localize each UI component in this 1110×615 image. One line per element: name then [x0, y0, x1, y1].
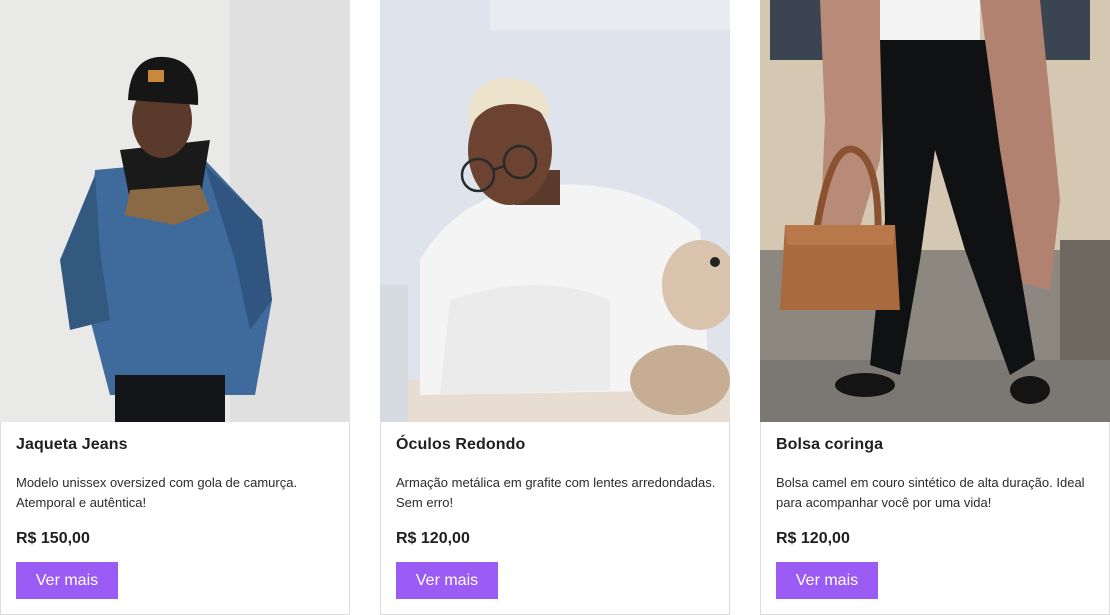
product-image-jaqueta: [0, 0, 350, 422]
product-title: Jaqueta Jeans: [16, 436, 128, 453]
product-price: R$ 120,00: [776, 530, 850, 547]
product-description: Bolsa camel em couro sintético de alta d…: [776, 475, 1085, 510]
product-price: R$ 150,00: [16, 530, 90, 547]
product-card-jaqueta: Jaqueta Jeans Modelo unissex oversized c…: [0, 0, 350, 615]
product-image-bolsa: [760, 0, 1110, 422]
product-price: R$ 120,00: [396, 530, 470, 547]
product-title: Bolsa coringa: [776, 436, 884, 453]
product-image-oculos: [380, 0, 730, 422]
ver-mais-button[interactable]: Ver mais: [396, 562, 498, 599]
product-description: Modelo unissex oversized com gola de cam…: [16, 475, 298, 510]
product-grid: Jaqueta Jeans Modelo unissex oversized c…: [0, 0, 1110, 615]
product-card-bolsa: Bolsa coringa Bolsa camel em couro sinté…: [760, 0, 1110, 615]
ver-mais-button[interactable]: Ver mais: [16, 562, 118, 599]
product-title: Óculos Redondo: [396, 436, 526, 453]
product-description: Armação metálica em grafite com lentes a…: [396, 475, 716, 510]
ver-mais-button[interactable]: Ver mais: [776, 562, 878, 599]
product-card-oculos: Óculos Redondo Armação metálica em grafi…: [380, 0, 730, 615]
